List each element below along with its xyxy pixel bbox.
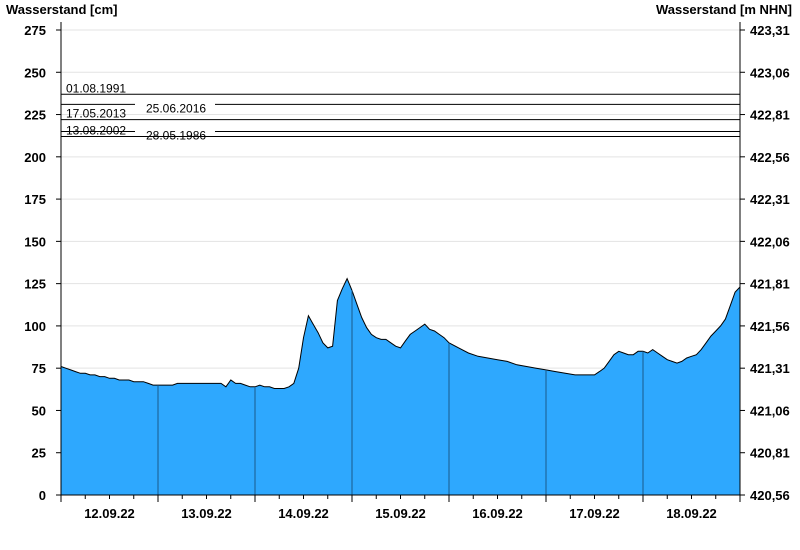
reference-level-label: 17.05.2013 bbox=[66, 107, 126, 121]
left-y-tick-label: 250 bbox=[24, 65, 46, 80]
left-y-tick-label: 50 bbox=[32, 403, 46, 418]
reference-level-label: 13.08.2002 bbox=[66, 124, 126, 138]
left-y-tick-label: 75 bbox=[32, 361, 46, 376]
water-level-fill bbox=[61, 278, 740, 495]
reference-level: 01.08.1991 bbox=[61, 81, 740, 95]
x-tick-label: 17.09.22 bbox=[569, 506, 620, 521]
right-y-tick-labels: 420,56 420,81 421,06 421,31 421,56 421,81 422,… bbox=[750, 23, 790, 503]
right-axis-title: Wasserstand [m NHN] bbox=[656, 2, 792, 17]
left-axis-title: Wasserstand [cm] bbox=[6, 2, 118, 17]
reference-level: 28.05.1986 bbox=[61, 128, 740, 142]
x-tick-label: 13.09.22 bbox=[181, 506, 232, 521]
x-tick-labels: 12.09.22 13.09.22 14.09.22 15.09.22 16.09.22… bbox=[84, 506, 717, 521]
right-y-tick-label: 421,81 bbox=[750, 277, 790, 292]
right-y-tick-label: 423,31 bbox=[750, 23, 790, 38]
left-y-tick-labels: 0 25 50 75 100 125 150 175 200 225 250 275 bbox=[24, 23, 46, 503]
left-y-tick-label: 150 bbox=[24, 234, 46, 249]
left-y-tick-label: 125 bbox=[24, 277, 46, 292]
right-y-tick-label: 421,06 bbox=[750, 403, 790, 418]
x-tick-label: 16.09.22 bbox=[472, 506, 523, 521]
right-y-tick-label: 420,56 bbox=[750, 488, 790, 503]
reference-level-label: 25.06.2016 bbox=[146, 101, 206, 115]
left-y-tick-label: 0 bbox=[39, 488, 46, 503]
x-tick-label: 15.09.22 bbox=[375, 506, 426, 521]
right-y-tick-label: 421,31 bbox=[750, 361, 790, 376]
right-y-tick-label: 422,81 bbox=[750, 108, 790, 123]
left-y-tick-label: 25 bbox=[32, 446, 46, 461]
right-y-tick-label: 421,56 bbox=[750, 319, 790, 334]
right-y-tick-label: 422,06 bbox=[750, 234, 790, 249]
left-y-tick-label: 100 bbox=[24, 319, 46, 334]
left-y-tick-label: 225 bbox=[24, 108, 46, 123]
reference-level-label: 01.08.1991 bbox=[66, 81, 126, 95]
left-y-tick-label: 275 bbox=[24, 23, 46, 38]
historical-flood-levels: 01.08.1991 25.06.2016 17.05.2013 28.05.1986… bbox=[61, 81, 740, 142]
x-tick-label: 18.09.22 bbox=[666, 506, 717, 521]
right-y-tick-label: 420,81 bbox=[750, 446, 790, 461]
x-tick-label: 12.09.22 bbox=[84, 506, 135, 521]
reference-level-label: 28.05.1986 bbox=[146, 128, 206, 142]
left-y-tick-label: 175 bbox=[24, 192, 46, 207]
water-level-area bbox=[60, 277, 741, 495]
x-tick-label: 14.09.22 bbox=[278, 506, 329, 521]
right-y-tick-label: 422,31 bbox=[750, 192, 790, 207]
water-level-chart: Wasserstand [cm] Wasserstand [m NHN] 01.… bbox=[6, 2, 792, 521]
reference-level: 25.06.2016 bbox=[61, 101, 740, 115]
left-y-tick-label: 200 bbox=[24, 150, 46, 165]
right-y-tick-label: 423,06 bbox=[750, 65, 790, 80]
right-y-tick-label: 422,56 bbox=[750, 150, 790, 165]
